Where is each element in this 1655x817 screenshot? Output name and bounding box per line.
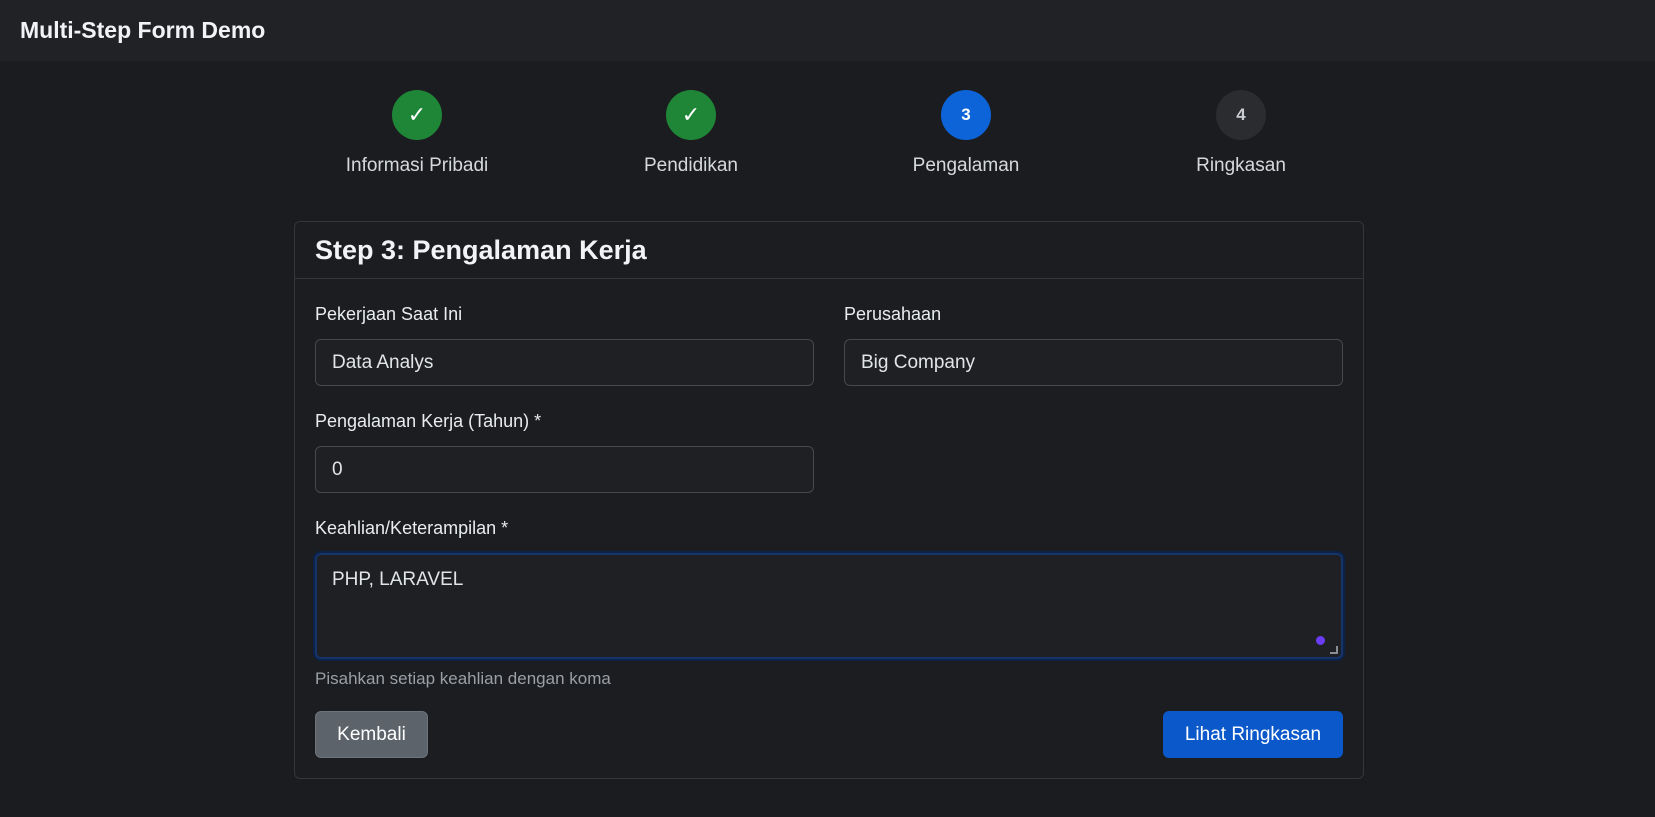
card-header: Step 3: Pengalaman Kerja (295, 222, 1363, 279)
resize-handle-icon[interactable] (1330, 646, 1338, 654)
back-button[interactable]: Kembali (315, 711, 428, 758)
company-input[interactable]: Big Company (844, 339, 1343, 386)
grammar-checker-icon[interactable] (1316, 636, 1325, 645)
skills-value: PHP, LARAVEL (332, 569, 464, 590)
step-informasi-pribadi[interactable]: ✓ Informasi Pribadi (297, 90, 537, 177)
progress-stepper: ✓ Informasi Pribadi ✓ Pendidikan 3 Penga… (0, 90, 1655, 190)
view-summary-button[interactable]: Lihat Ringkasan (1163, 711, 1343, 758)
form-title: Step 3: Pengalaman Kerja (315, 234, 647, 265)
step-4-number: 4 (1216, 90, 1266, 140)
step-pengalaman[interactable]: 3 Pengalaman (846, 90, 1086, 177)
skills-help-text: Pisahkan setiap keahlian dengan koma (315, 669, 611, 688)
form-card: Step 3: Pengalaman Kerja Pekerjaan Saat … (294, 221, 1364, 779)
step-3-number: 3 (941, 90, 991, 140)
step-pendidikan[interactable]: ✓ Pendidikan (571, 90, 811, 177)
step-2-check-icon: ✓ (666, 90, 716, 140)
step-4-label: Ringkasan (1196, 155, 1286, 176)
skills-textarea[interactable]: PHP, LARAVEL (315, 553, 1343, 659)
current-job-label: Pekerjaan Saat Ini (315, 304, 463, 324)
top-navbar: Multi-Step Form Demo (0, 0, 1655, 61)
step-1-check-icon: ✓ (392, 90, 442, 140)
step-3-label: Pengalaman (912, 155, 1020, 176)
company-label: Perusahaan (844, 304, 942, 324)
step-2-label: Pendidikan (643, 155, 739, 176)
current-job-input[interactable]: Data Analys (315, 339, 814, 386)
skills-label: Keahlian/Keterampilan * (315, 518, 509, 538)
experience-years-input[interactable]: 0 (315, 446, 814, 493)
step-1-label: Informasi Pribadi (345, 155, 489, 176)
experience-years-label: Pengalaman Kerja (Tahun) * (315, 411, 542, 431)
step-ringkasan[interactable]: 4 Ringkasan (1121, 90, 1361, 177)
app-title[interactable]: Multi-Step Form Demo (20, 17, 265, 44)
